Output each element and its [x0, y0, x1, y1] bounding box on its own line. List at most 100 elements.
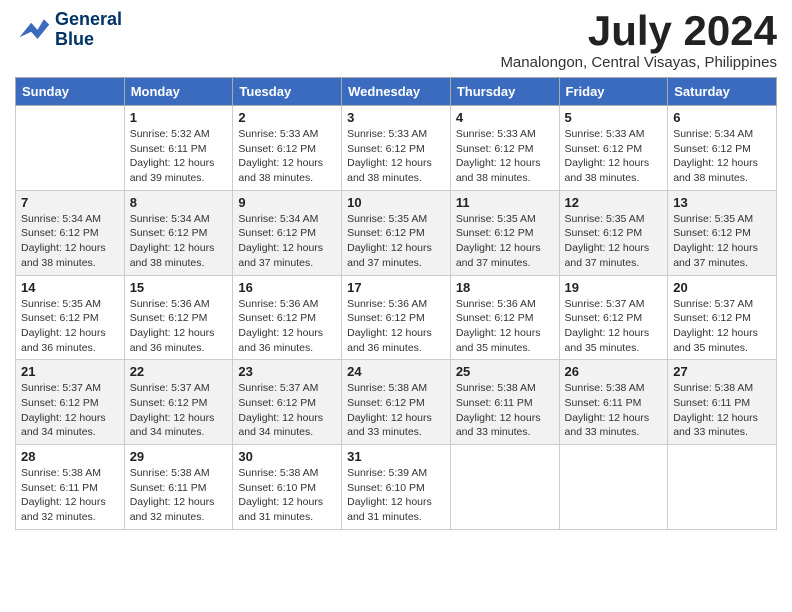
- day-number: 27: [673, 364, 771, 379]
- calendar-week-row: 7 Sunrise: 5:34 AMSunset: 6:12 PMDaylight…: [16, 190, 777, 275]
- day-info: Sunrise: 5:37 AMSunset: 6:12 PMDaylight:…: [565, 297, 663, 356]
- day-info: Sunrise: 5:36 AMSunset: 6:12 PMDaylight:…: [130, 297, 228, 356]
- day-info: Sunrise: 5:34 AMSunset: 6:12 PMDaylight:…: [130, 212, 228, 271]
- day-number: 12: [565, 195, 663, 210]
- calendar-cell: 3 Sunrise: 5:33 AMSunset: 6:12 PMDaylight…: [342, 106, 451, 191]
- day-number: 6: [673, 110, 771, 125]
- day-info: Sunrise: 5:36 AMSunset: 6:12 PMDaylight:…: [238, 297, 336, 356]
- day-info: Sunrise: 5:38 AMSunset: 6:11 PMDaylight:…: [673, 381, 771, 440]
- page-header: General Blue July 2024 Manalongon, Centr…: [15, 10, 777, 71]
- day-number: 17: [347, 280, 445, 295]
- day-info: Sunrise: 5:38 AMSunset: 6:10 PMDaylight:…: [238, 466, 336, 525]
- day-info: Sunrise: 5:35 AMSunset: 6:12 PMDaylight:…: [673, 212, 771, 271]
- day-info: Sunrise: 5:34 AMSunset: 6:12 PMDaylight:…: [21, 212, 119, 271]
- calendar-week-row: 1 Sunrise: 5:32 AMSunset: 6:11 PMDaylight…: [16, 106, 777, 191]
- calendar-cell: 8 Sunrise: 5:34 AMSunset: 6:12 PMDaylight…: [124, 190, 233, 275]
- day-info: Sunrise: 5:38 AMSunset: 6:12 PMDaylight:…: [347, 381, 445, 440]
- calendar-cell: 1 Sunrise: 5:32 AMSunset: 6:11 PMDaylight…: [124, 106, 233, 191]
- calendar-cell: 21 Sunrise: 5:37 AMSunset: 6:12 PMDayligh…: [16, 360, 125, 445]
- calendar-week-row: 14 Sunrise: 5:35 AMSunset: 6:12 PMDayligh…: [16, 275, 777, 360]
- calendar-cell: 24Sunrise: 5:38 AMSunset: 6:12 PMDayligh…: [342, 360, 451, 445]
- calendar-cell: 9Sunrise: 5:34 AMSunset: 6:12 PMDaylight…: [233, 190, 342, 275]
- day-number: 30: [238, 449, 336, 464]
- calendar-cell: 31 Sunrise: 5:39 AMSunset: 6:10 PMDayligh…: [342, 445, 451, 530]
- calendar-cell: 23 Sunrise: 5:37 AMSunset: 6:12 PMDayligh…: [233, 360, 342, 445]
- calendar-week-row: 21 Sunrise: 5:37 AMSunset: 6:12 PMDayligh…: [16, 360, 777, 445]
- day-number: 11: [456, 195, 554, 210]
- calendar-cell: 26 Sunrise: 5:38 AMSunset: 6:11 PMDayligh…: [559, 360, 668, 445]
- calendar-cell: 28 Sunrise: 5:38 AMSunset: 6:11 PMDayligh…: [16, 445, 125, 530]
- weekday-header: Wednesday: [342, 78, 451, 106]
- calendar-cell: 4Sunrise: 5:33 AMSunset: 6:12 PMDaylight…: [450, 106, 559, 191]
- day-info: Sunrise: 5:35 AMSunset: 6:12 PMDaylight:…: [456, 212, 554, 271]
- day-info: Sunrise: 5:33 AMSunset: 6:12 PMDaylight:…: [238, 127, 336, 186]
- calendar-cell: 12Sunrise: 5:35 AMSunset: 6:12 PMDayligh…: [559, 190, 668, 275]
- calendar-cell: 15 Sunrise: 5:36 AMSunset: 6:12 PMDayligh…: [124, 275, 233, 360]
- day-number: 1: [130, 110, 228, 125]
- day-number: 25: [456, 364, 554, 379]
- day-info: Sunrise: 5:36 AMSunset: 6:12 PMDaylight:…: [347, 297, 445, 356]
- logo: General Blue: [15, 10, 122, 50]
- calendar-cell: [16, 106, 125, 191]
- calendar-cell: 5 Sunrise: 5:33 AMSunset: 6:12 PMDaylight…: [559, 106, 668, 191]
- day-number: 5: [565, 110, 663, 125]
- day-number: 16: [238, 280, 336, 295]
- day-info: Sunrise: 5:38 AMSunset: 6:11 PMDaylight:…: [130, 466, 228, 525]
- calendar-cell: 25 Sunrise: 5:38 AMSunset: 6:11 PMDayligh…: [450, 360, 559, 445]
- day-number: 7: [21, 195, 119, 210]
- day-info: Sunrise: 5:39 AMSunset: 6:10 PMDaylight:…: [347, 466, 445, 525]
- weekday-header: Tuesday: [233, 78, 342, 106]
- day-number: 26: [565, 364, 663, 379]
- logo-text: General Blue: [55, 10, 122, 50]
- day-number: 8: [130, 195, 228, 210]
- day-number: 3: [347, 110, 445, 125]
- calendar-cell: 18Sunrise: 5:36 AMSunset: 6:12 PMDayligh…: [450, 275, 559, 360]
- calendar-cell: 27 Sunrise: 5:38 AMSunset: 6:11 PMDayligh…: [668, 360, 777, 445]
- weekday-header: Monday: [124, 78, 233, 106]
- day-info: Sunrise: 5:35 AMSunset: 6:12 PMDaylight:…: [347, 212, 445, 271]
- day-info: Sunrise: 5:32 AMSunset: 6:11 PMDaylight:…: [130, 127, 228, 186]
- calendar-cell: 20Sunrise: 5:37 AMSunset: 6:12 PMDayligh…: [668, 275, 777, 360]
- title-block: July 2024 Manalongon, Central Visayas, P…: [500, 10, 777, 71]
- day-number: 19: [565, 280, 663, 295]
- calendar-cell: 19 Sunrise: 5:37 AMSunset: 6:12 PMDayligh…: [559, 275, 668, 360]
- day-number: 21: [21, 364, 119, 379]
- day-info: Sunrise: 5:38 AMSunset: 6:11 PMDaylight:…: [565, 381, 663, 440]
- month-title: July 2024: [500, 10, 777, 52]
- day-info: Sunrise: 5:38 AMSunset: 6:11 PMDaylight:…: [21, 466, 119, 525]
- day-info: Sunrise: 5:37 AMSunset: 6:12 PMDaylight:…: [21, 381, 119, 440]
- calendar-table: SundayMondayTuesdayWednesdayThursdayFrid…: [15, 77, 777, 530]
- calendar-cell: 11 Sunrise: 5:35 AMSunset: 6:12 PMDayligh…: [450, 190, 559, 275]
- day-info: Sunrise: 5:33 AMSunset: 6:12 PMDaylight:…: [565, 127, 663, 186]
- day-number: 13: [673, 195, 771, 210]
- calendar-cell: [450, 445, 559, 530]
- calendar-cell: [668, 445, 777, 530]
- day-info: Sunrise: 5:34 AMSunset: 6:12 PMDaylight:…: [673, 127, 771, 186]
- day-number: 2: [238, 110, 336, 125]
- day-number: 18: [456, 280, 554, 295]
- day-info: Sunrise: 5:38 AMSunset: 6:11 PMDaylight:…: [456, 381, 554, 440]
- calendar-cell: 14 Sunrise: 5:35 AMSunset: 6:12 PMDayligh…: [16, 275, 125, 360]
- calendar-cell: 29 Sunrise: 5:38 AMSunset: 6:11 PMDayligh…: [124, 445, 233, 530]
- calendar-cell: 30 Sunrise: 5:38 AMSunset: 6:10 PMDayligh…: [233, 445, 342, 530]
- day-number: 31: [347, 449, 445, 464]
- day-info: Sunrise: 5:35 AMSunset: 6:12 PMDaylight:…: [21, 297, 119, 356]
- day-info: Sunrise: 5:37 AMSunset: 6:12 PMDaylight:…: [238, 381, 336, 440]
- day-number: 22: [130, 364, 228, 379]
- weekday-header: Sunday: [16, 78, 125, 106]
- day-info: Sunrise: 5:33 AMSunset: 6:12 PMDaylight:…: [347, 127, 445, 186]
- logo-line2: Blue: [55, 30, 122, 50]
- day-number: 23: [238, 364, 336, 379]
- day-number: 29: [130, 449, 228, 464]
- calendar-cell: 17 Sunrise: 5:36 AMSunset: 6:12 PMDayligh…: [342, 275, 451, 360]
- day-number: 28: [21, 449, 119, 464]
- day-number: 14: [21, 280, 119, 295]
- weekday-header: Friday: [559, 78, 668, 106]
- day-info: Sunrise: 5:37 AMSunset: 6:12 PMDaylight:…: [130, 381, 228, 440]
- calendar-cell: 22 Sunrise: 5:37 AMSunset: 6:12 PMDayligh…: [124, 360, 233, 445]
- weekday-header: Thursday: [450, 78, 559, 106]
- day-number: 15: [130, 280, 228, 295]
- location-subtitle: Manalongon, Central Visayas, Philippines: [500, 54, 777, 71]
- calendar-week-row: 28 Sunrise: 5:38 AMSunset: 6:11 PMDayligh…: [16, 445, 777, 530]
- calendar-header-row: SundayMondayTuesdayWednesdayThursdayFrid…: [16, 78, 777, 106]
